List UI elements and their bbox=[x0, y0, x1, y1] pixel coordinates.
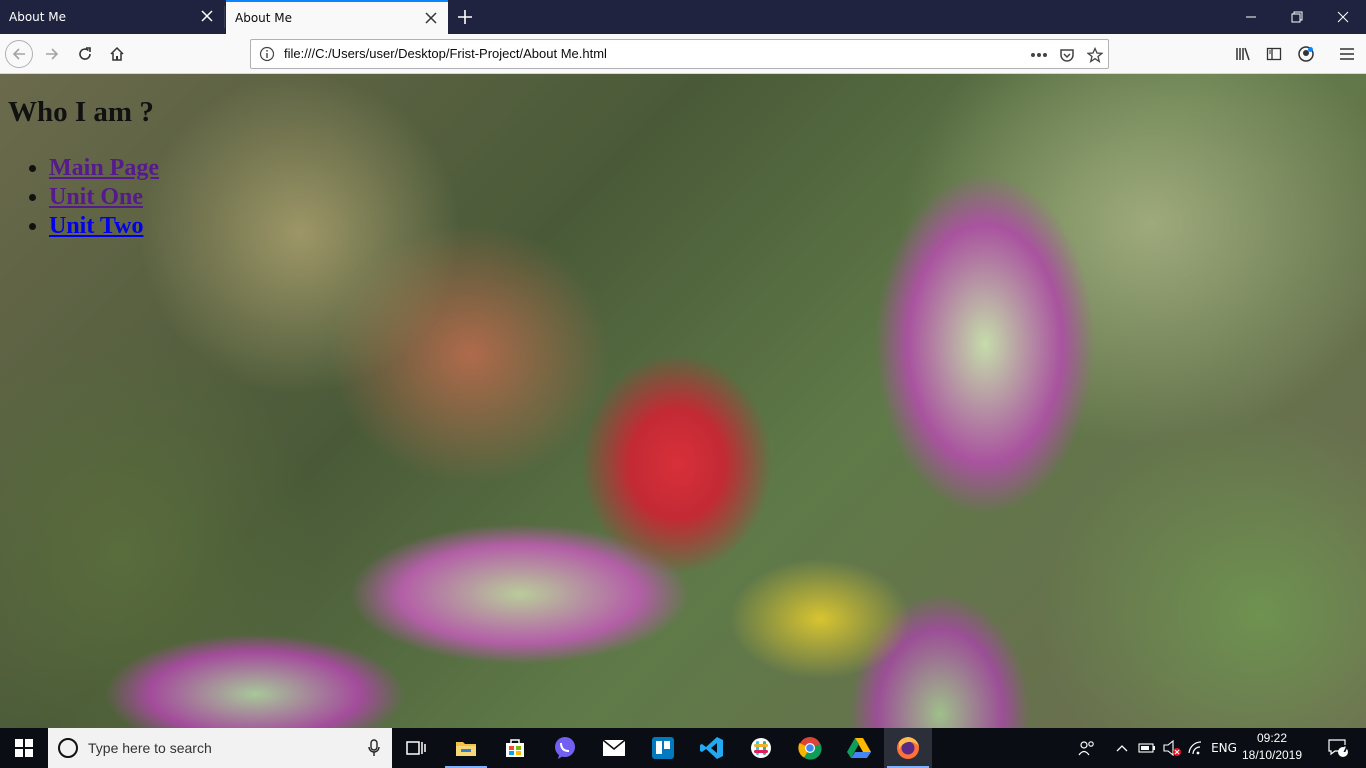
taskbar-slack[interactable] bbox=[737, 728, 785, 768]
minimize-button[interactable] bbox=[1228, 0, 1274, 34]
pocket-icon bbox=[1060, 49, 1074, 62]
back-arrow-icon bbox=[12, 48, 25, 60]
page-nav-list: Main Page Unit One Unit Two bbox=[49, 154, 159, 241]
home-icon bbox=[110, 46, 124, 61]
back-button[interactable] bbox=[5, 40, 33, 68]
battery-button[interactable] bbox=[1136, 728, 1158, 768]
cortana-icon bbox=[58, 738, 78, 758]
input-language-button[interactable]: ENG bbox=[1208, 728, 1240, 768]
battery-icon bbox=[1138, 743, 1155, 753]
page-heading: Who I am ? bbox=[8, 96, 154, 128]
page-viewport: Who I am ? Main Page Unit One Unit Two bbox=[0, 74, 1366, 728]
close-tab-icon[interactable] bbox=[424, 11, 438, 25]
tab-about-me-2[interactable]: About Me bbox=[226, 0, 448, 34]
new-tab-icon[interactable] bbox=[456, 8, 474, 26]
chevron-up-icon bbox=[1116, 745, 1128, 752]
tab-title: About Me bbox=[9, 10, 67, 24]
link-unit-two[interactable]: Unit Two bbox=[49, 213, 143, 239]
trello-icon bbox=[652, 737, 674, 759]
taskbar-file-explorer[interactable] bbox=[442, 728, 490, 768]
pocket-button[interactable] bbox=[1057, 45, 1077, 65]
forward-arrow-icon bbox=[46, 48, 59, 60]
wifi-icon bbox=[1188, 741, 1202, 755]
people-icon bbox=[1078, 741, 1094, 756]
show-hidden-icons-button[interactable] bbox=[1112, 728, 1132, 768]
home-button[interactable] bbox=[103, 40, 131, 68]
mail-icon bbox=[602, 739, 626, 756]
taskbar-clock[interactable]: 09:22 18/10/2019 bbox=[1240, 730, 1304, 764]
microphone-icon[interactable] bbox=[368, 739, 380, 757]
url-text[interactable]: file:///C:/Users/user/Desktop/Frist-Proj… bbox=[284, 46, 607, 61]
clock-time: 09:22 bbox=[1256, 731, 1288, 745]
forward-button[interactable] bbox=[38, 40, 66, 68]
taskbar-microsoft-store[interactable] bbox=[491, 728, 539, 768]
vs-code-icon bbox=[700, 737, 723, 759]
more-dots-icon bbox=[1031, 53, 1047, 57]
slack-icon bbox=[751, 738, 771, 758]
search-placeholder: Type here to search bbox=[88, 740, 212, 756]
taskbar-search-box[interactable]: Type here to search bbox=[48, 728, 392, 768]
bookmark-button[interactable] bbox=[1085, 45, 1105, 65]
list-item: Unit Two bbox=[49, 212, 159, 241]
close-tab-icon[interactable] bbox=[200, 9, 214, 23]
restore-button[interactable] bbox=[1274, 0, 1320, 34]
list-item: Unit One bbox=[49, 183, 159, 212]
library-icon bbox=[1236, 47, 1250, 61]
firefox-account-icon bbox=[1298, 46, 1314, 62]
library-button[interactable] bbox=[1229, 40, 1257, 68]
close-window-button[interactable] bbox=[1320, 0, 1366, 34]
taskbar-viber[interactable] bbox=[541, 728, 589, 768]
restore-icon bbox=[1291, 11, 1303, 23]
taskbar-chrome[interactable] bbox=[786, 728, 834, 768]
list-item: Main Page bbox=[49, 154, 159, 183]
navigation-toolbar: file:///C:/Users/user/Desktop/Frist-Proj… bbox=[0, 34, 1366, 74]
taskbar-firefox[interactable] bbox=[884, 728, 932, 768]
people-button[interactable] bbox=[1074, 728, 1100, 768]
link-main-page[interactable]: Main Page bbox=[49, 155, 159, 181]
chrome-icon bbox=[798, 737, 822, 760]
reload-icon bbox=[79, 47, 91, 60]
info-icon[interactable] bbox=[259, 46, 275, 62]
close-icon bbox=[1337, 11, 1349, 23]
taskbar-mail[interactable] bbox=[590, 728, 638, 768]
notification-count: 7 bbox=[1342, 744, 1349, 755]
task-view-icon bbox=[406, 741, 426, 755]
windows-logo-icon bbox=[15, 739, 33, 757]
minimize-icon bbox=[1246, 16, 1256, 18]
page-actions-button[interactable] bbox=[1029, 45, 1049, 65]
task-view-button[interactable] bbox=[392, 728, 440, 768]
windows-taskbar: Type here to search ENG 09:22 18/10/2019… bbox=[0, 728, 1366, 768]
menu-button[interactable] bbox=[1333, 40, 1361, 68]
volume-muted-icon bbox=[1163, 740, 1181, 756]
tab-strip: About Me About Me bbox=[0, 0, 1366, 34]
store-icon bbox=[506, 739, 524, 757]
language-indicator: ENG bbox=[1211, 741, 1237, 755]
network-button[interactable] bbox=[1186, 728, 1208, 768]
taskbar-vs-code[interactable] bbox=[688, 728, 736, 768]
link-unit-one[interactable]: Unit One bbox=[49, 184, 143, 210]
viber-icon bbox=[555, 737, 575, 759]
firefox-icon bbox=[897, 737, 919, 759]
taskbar-trello[interactable] bbox=[639, 728, 687, 768]
clock-date: 18/10/2019 bbox=[1241, 748, 1303, 762]
tab-title: About Me bbox=[235, 11, 293, 25]
reload-button[interactable] bbox=[71, 40, 99, 68]
hamburger-menu-icon bbox=[1340, 48, 1354, 60]
tab-about-me-1[interactable]: About Me bbox=[0, 0, 224, 34]
account-button[interactable] bbox=[1292, 40, 1320, 68]
taskbar-google-drive[interactable] bbox=[835, 728, 883, 768]
volume-button[interactable] bbox=[1160, 728, 1184, 768]
google-drive-icon bbox=[847, 738, 871, 758]
file-explorer-icon bbox=[456, 742, 476, 756]
tab-separator bbox=[224, 6, 225, 28]
sidebar-icon bbox=[1266, 47, 1282, 61]
sidebar-button[interactable] bbox=[1260, 40, 1288, 68]
star-icon bbox=[1087, 47, 1103, 63]
action-center-button[interactable]: 7 bbox=[1318, 728, 1358, 768]
address-bar[interactable]: file:///C:/Users/user/Desktop/Frist-Proj… bbox=[250, 39, 1109, 69]
start-button[interactable] bbox=[0, 728, 48, 768]
